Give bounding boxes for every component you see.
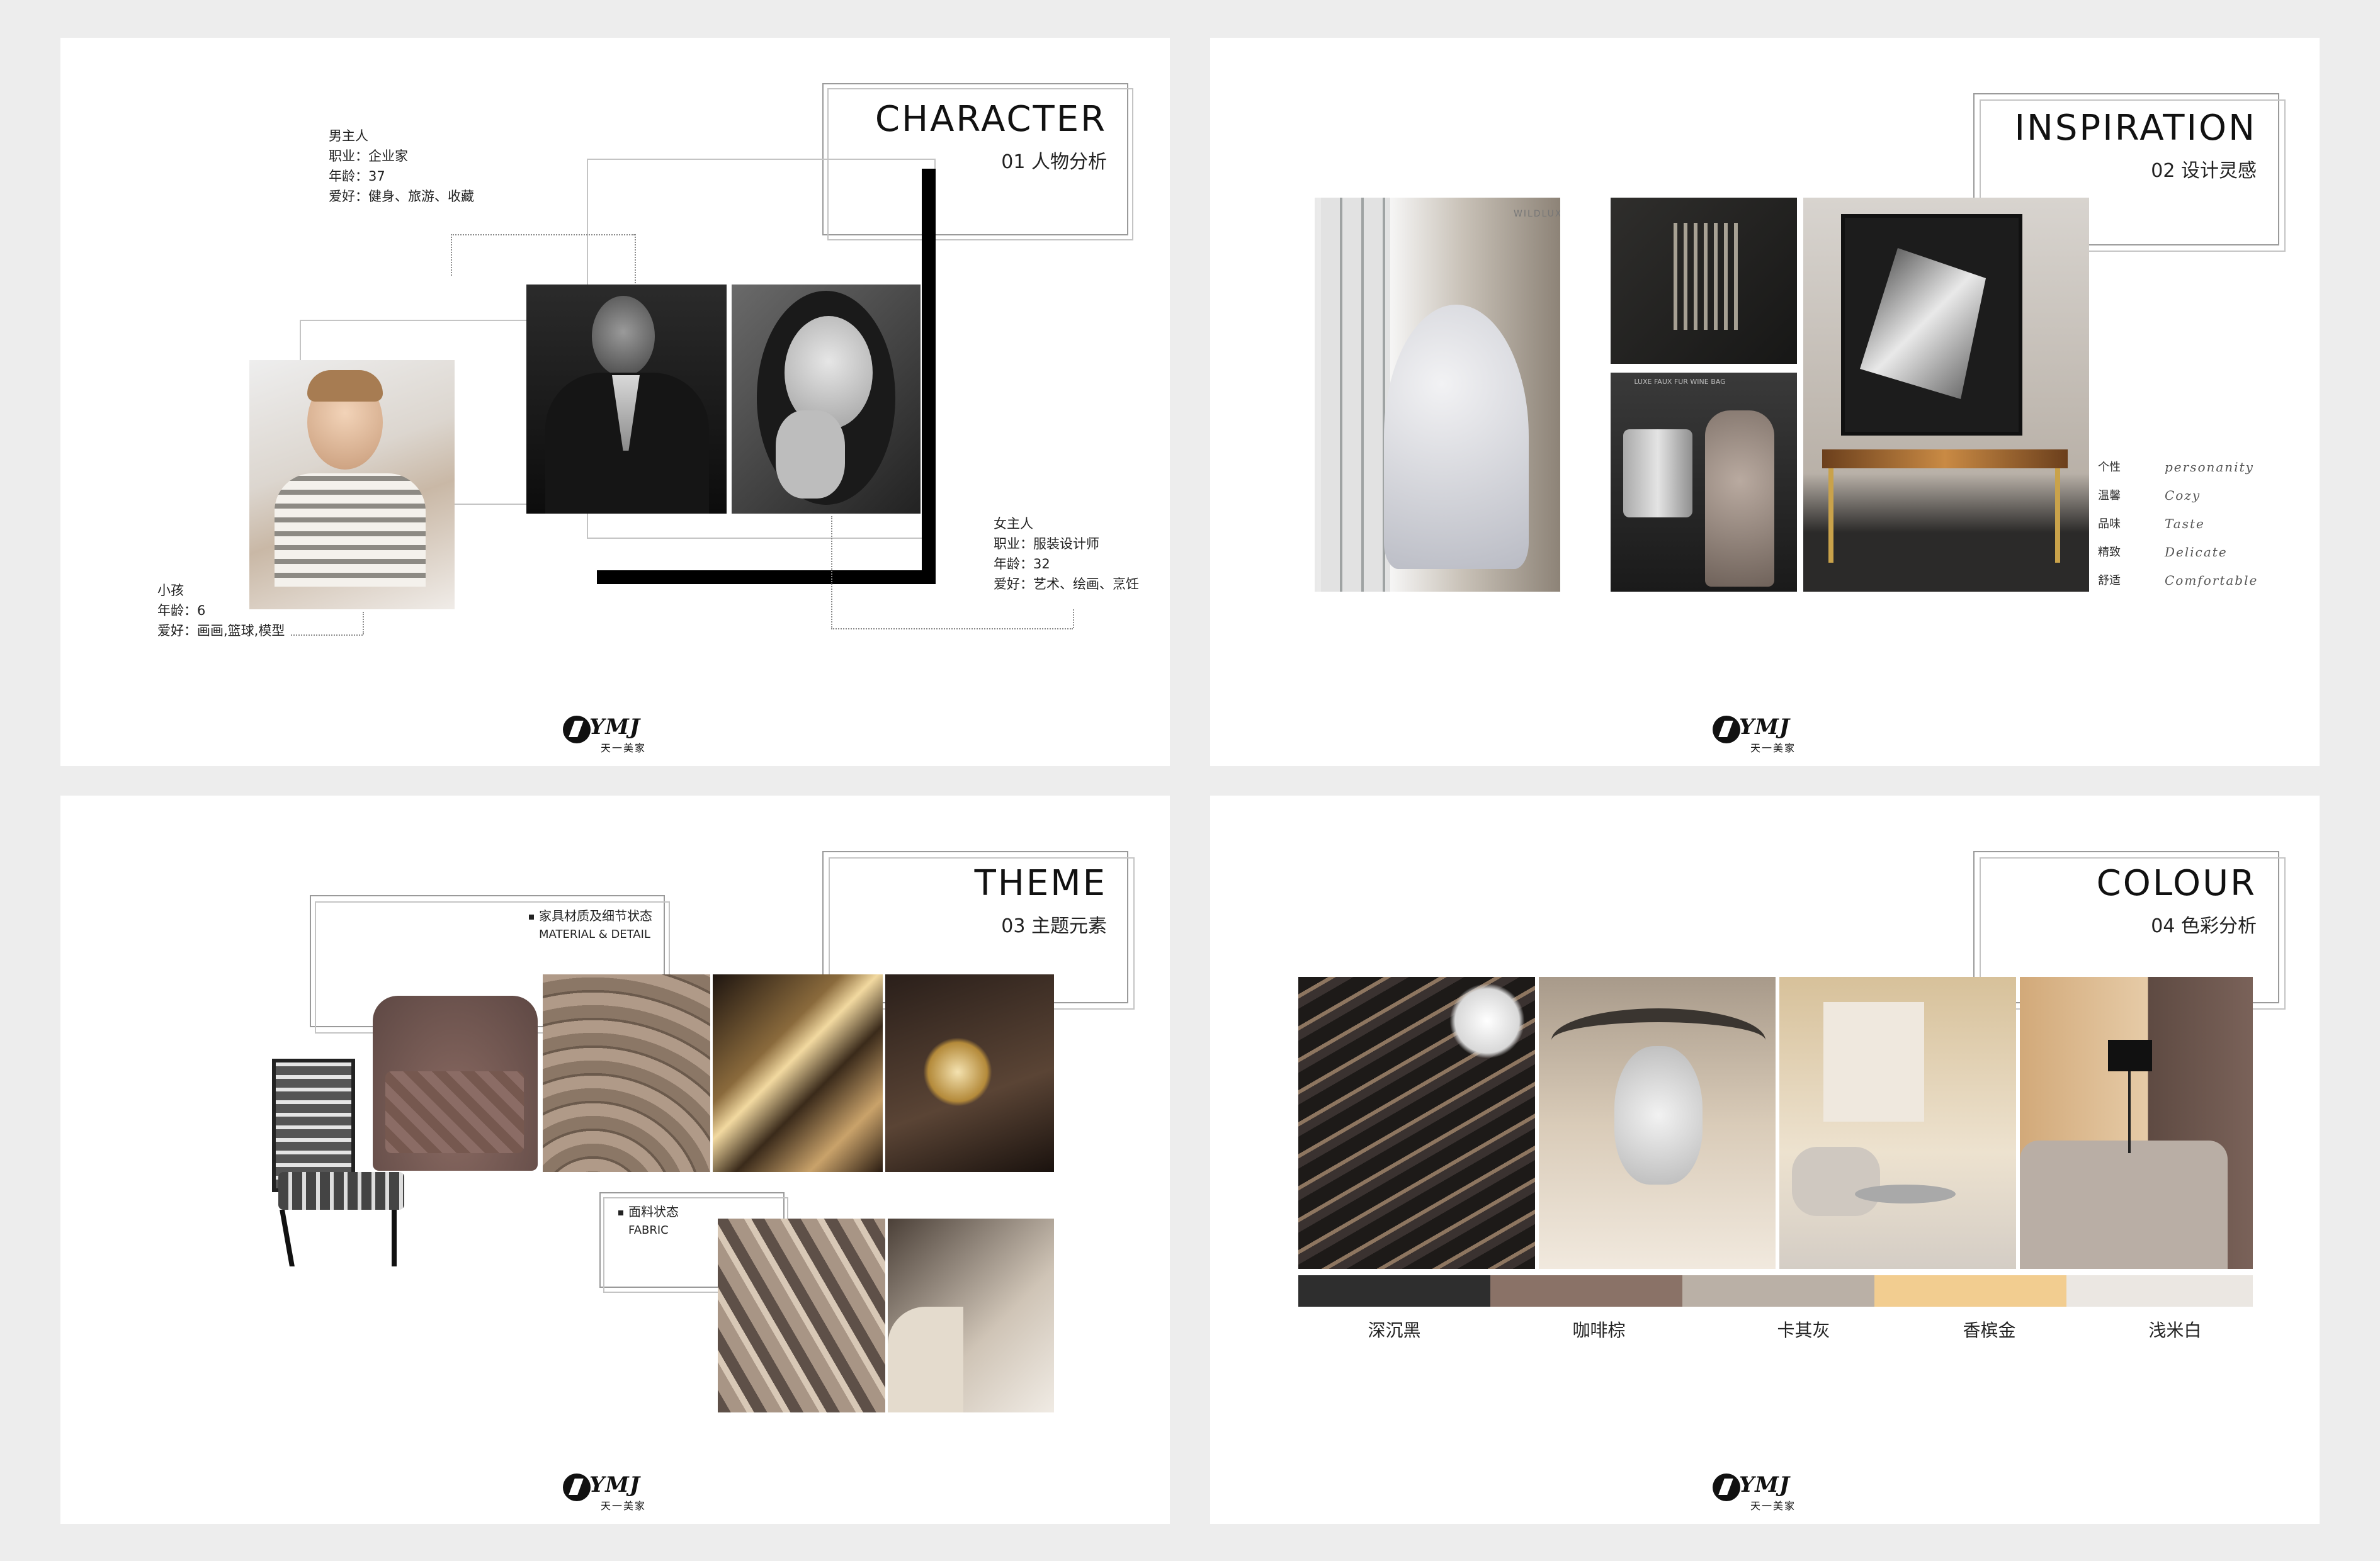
man-photo <box>526 285 727 514</box>
magazine-label: WILDLUXE <box>1514 209 1560 219</box>
child-leader-h <box>291 634 363 636</box>
swatch-label: 浅米白 <box>2148 1320 2202 1341</box>
keyword-en: Delicate <box>2165 544 2228 560</box>
child-age: 年龄：6 <box>157 603 206 618</box>
man-role: 男主人 <box>329 128 368 144</box>
brand-logo: YMJ 天一美家 <box>563 1472 664 1512</box>
woman-age: 年龄：32 <box>994 556 1050 572</box>
man-leader-v2 <box>635 234 636 283</box>
bullet-icon <box>618 1210 623 1215</box>
keyword-en: Taste <box>2165 516 2205 531</box>
child-hobby: 爱好：画画,篮球,模型 <box>157 623 285 638</box>
logo-mark-icon <box>1713 1474 1740 1501</box>
swatch-4 <box>2066 1275 2253 1307</box>
scale-texture-photo <box>543 974 710 1172</box>
man-hobby: 爱好：健身、旅游、收藏 <box>329 189 474 204</box>
silk-fabric-photo <box>718 1219 885 1412</box>
gown-photo: WILDLUXE <box>1315 198 1560 592</box>
brand-logo: YMJ 天一美家 <box>1713 1472 1813 1512</box>
keyword-en: personanity <box>2165 459 2254 475</box>
title-block: INSPIRATION 02 设计灵感 <box>2014 108 2257 183</box>
title-cn: 02 设计灵感 <box>2151 160 2257 182</box>
gilded-leg-photo <box>885 974 1054 1172</box>
page-colour: COLOUR 04 色彩分析 深沉黑 咖啡棕 卡其灰 香槟金 浅米白 YMJ 天… <box>1210 796 2320 1524</box>
child-photo <box>249 360 455 609</box>
swatch-3 <box>1874 1275 2066 1307</box>
keyword-en: Cozy <box>2165 488 2201 503</box>
keyword-cn: 精致 <box>2098 546 2121 559</box>
title-en: INSPIRATION <box>2014 108 2257 149</box>
woman-leader-v <box>831 516 832 629</box>
woman-role: 女主人 <box>994 516 1033 531</box>
material-tag: 家具材质及细节状态 MATERIAL & DETAIL <box>529 906 652 944</box>
bag-label: LUXE FAUX FUR WINE BAG <box>1634 378 1726 386</box>
man-leader-h <box>451 234 635 235</box>
child-role: 小孩 <box>157 583 184 598</box>
living-room-photo <box>1779 977 2016 1269</box>
woman-info: 女主人 职业：服装设计师 年龄：32 爱好：艺术、绘画、烹饪 <box>994 514 1139 594</box>
keyword-cn: 舒适 <box>2098 574 2121 587</box>
chandelier-photo <box>1611 198 1797 364</box>
brand-logo: YMJ 天一美家 <box>563 714 664 754</box>
title-en: CHARACTER <box>875 99 1107 140</box>
man-info: 男主人 职业：企业家 年龄：37 爱好：健身、旅游、收藏 <box>329 126 474 206</box>
woman-leader-h <box>831 628 1073 629</box>
keyword-cn: 温馨 <box>2098 489 2121 502</box>
woman-job: 职业：服装设计师 <box>994 536 1099 551</box>
wine-bag-photo: LUXE FAUX FUR WINE BAG <box>1611 373 1797 592</box>
child-info: 小孩 年龄：6 爱好：画画,篮球,模型 <box>157 580 285 641</box>
sofa-room-photo <box>2020 977 2253 1269</box>
title-block: COLOUR 04 色彩分析 <box>2097 864 2257 938</box>
title-cn: 04 色彩分析 <box>2151 915 2257 937</box>
bullet-icon <box>529 914 534 920</box>
chair-photo <box>259 1059 417 1273</box>
title-en: THEME <box>974 863 1107 904</box>
woman-hobby: 爱好：艺术、绘画、烹饪 <box>994 577 1139 592</box>
console-photo <box>1803 198 2089 592</box>
black-bar-right <box>922 169 936 584</box>
page-inspiration: INSPIRATION 02 设计灵感 WILDLUXE LUXE FAUX F… <box>1210 38 2320 766</box>
keyword-cn: 个性 <box>2098 461 2121 474</box>
swatch-2 <box>1682 1275 1874 1307</box>
logo-mark-icon <box>1713 716 1740 743</box>
page-character: CHARACTER 01 人物分析 男主人 职业：企业家 年龄：37 爱好：健身… <box>60 38 1170 766</box>
fabric-tag: 面料状态 FABRIC <box>618 1202 679 1240</box>
woman-leader-v2 <box>1073 609 1074 628</box>
child-leader-v <box>363 612 364 634</box>
keyword-en: Comfortable <box>2165 573 2258 588</box>
logo-mark-icon <box>563 1474 591 1501</box>
woman-photo <box>732 285 921 514</box>
man-job: 职业：企业家 <box>329 149 408 164</box>
skull-photo <box>1539 977 1776 1269</box>
stair-photo <box>1298 977 1535 1269</box>
swatch-1 <box>1490 1275 1682 1307</box>
brand-logo: YMJ 天一美家 <box>1713 714 1813 754</box>
swatch-0 <box>1298 1275 1490 1307</box>
title-en: COLOUR <box>2096 863 2257 904</box>
logo-mark-icon <box>563 716 591 743</box>
swatch-label: 咖啡棕 <box>1572 1320 1626 1341</box>
page-theme: THEME 03 主题元素 家具材质及细节状态 MATERIAL & DETAI… <box>60 796 1170 1524</box>
title-cn: 03 主题元素 <box>1001 915 1107 937</box>
cushion-photo <box>888 1219 1054 1412</box>
title-block: THEME 03 主题元素 <box>975 864 1107 938</box>
man-leader-v <box>451 234 452 276</box>
keyword-cn: 品味 <box>2098 517 2121 531</box>
gold-detail-photo <box>713 974 883 1172</box>
swatch-label: 深沉黑 <box>1368 1320 1421 1341</box>
man-age: 年龄：37 <box>329 169 385 184</box>
black-bar-bottom <box>597 570 936 584</box>
